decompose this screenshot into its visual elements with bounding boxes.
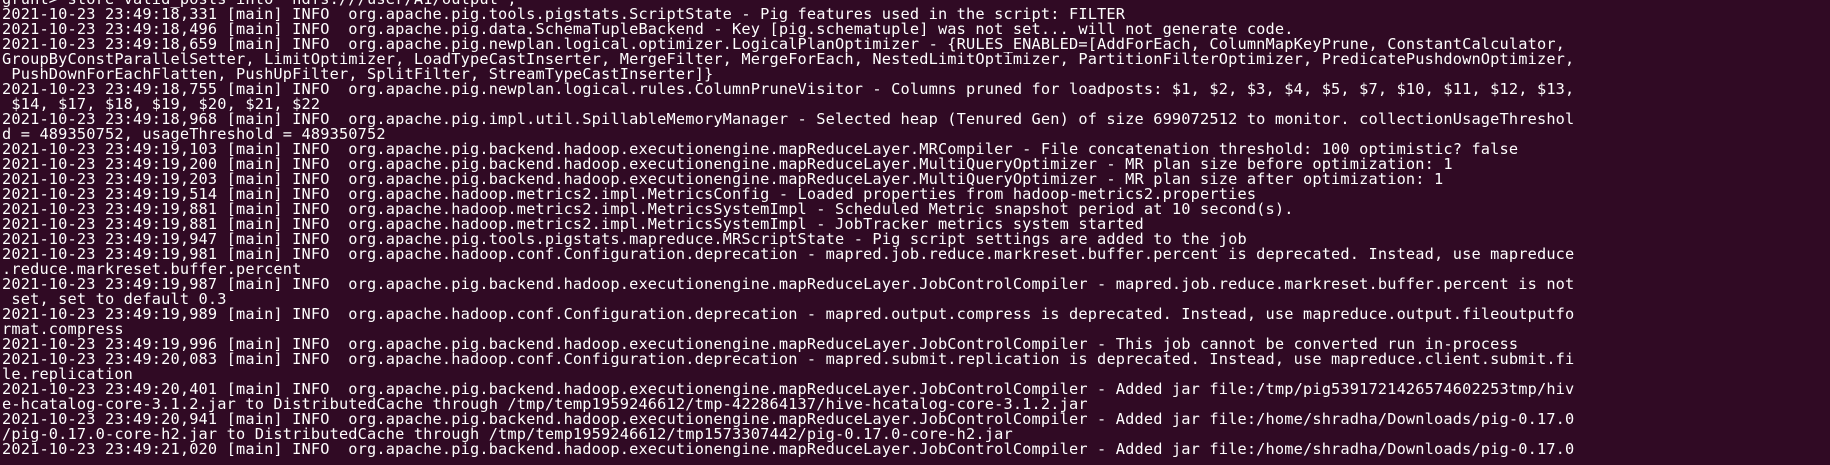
terminal-window[interactable]: grunt> store valid_posts into 'hdfs:///u… <box>0 0 1830 465</box>
terminal-output: grunt> store valid_posts into 'hdfs:///u… <box>2 0 1828 457</box>
log-line: 2021-10-23 23:49:19,989 [main] INFO org.… <box>2 305 1575 323</box>
log-line: 2021-10-23 23:49:20,083 [main] INFO org.… <box>2 350 1575 368</box>
log-line: 2021-10-23 23:49:19,987 [main] INFO org.… <box>2 275 1575 293</box>
log-line: 2021-10-23 23:49:21,020 [main] INFO org.… <box>2 440 1575 458</box>
